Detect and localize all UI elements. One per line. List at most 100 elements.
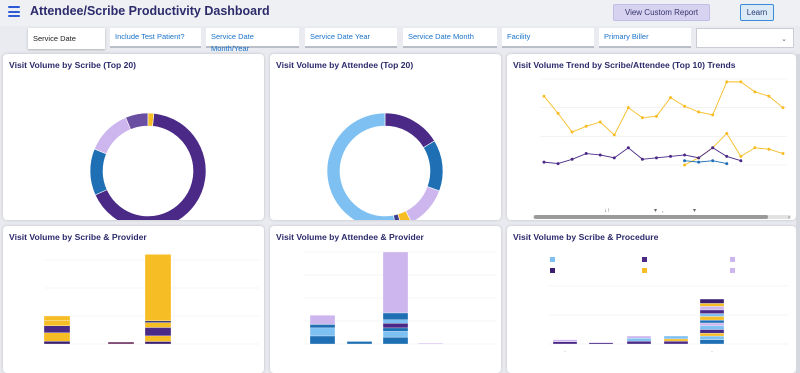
bar-segment [144, 254, 172, 322]
series-point [542, 160, 546, 164]
panel-trend: ↓↑ ▾, ▾ › Visit Volume Trend by Scribe/Atte… [507, 54, 796, 220]
bar-segment [43, 315, 71, 321]
filter-service-date-month[interactable]: Service Date Month [403, 28, 497, 48]
bar-segment [309, 327, 336, 337]
series-point [725, 80, 729, 84]
series-point [654, 156, 658, 160]
bar-segment [699, 306, 725, 311]
bar-segment [663, 335, 689, 340]
bar-segment [382, 327, 409, 332]
filter-service-date[interactable]: Service Date [28, 28, 105, 49]
legend-swatch [642, 268, 647, 273]
filter-primary-biller[interactable]: Primary Biller [599, 28, 691, 48]
legend-swatch [730, 257, 735, 262]
legend-separator: , [662, 208, 664, 214]
bar-segment [699, 322, 725, 327]
panel-attendee-top20: Visit Volume by Attendee (Top 20) [270, 54, 501, 220]
bar-segment [626, 335, 652, 339]
series-point [626, 106, 630, 110]
bar-segment [382, 251, 409, 314]
learn-button[interactable]: Learn [740, 4, 774, 21]
series-point [570, 130, 574, 134]
bar-segment [552, 341, 578, 345]
bar-segment [699, 319, 725, 324]
top-bar: Attendee/Scribe Productivity Dashboard V… [0, 0, 800, 26]
series-point [556, 162, 560, 166]
series-point [753, 146, 757, 150]
filter-bar: Service Date Include Test Patient? Servi… [28, 28, 796, 53]
series-point [669, 154, 673, 158]
attendee-provider-bar-chart [304, 251, 496, 345]
bar-segment [346, 341, 373, 345]
chevron-right-icon: › [788, 215, 790, 220]
series-point [683, 159, 687, 163]
bar-segment [43, 332, 71, 342]
legend-swatch [642, 257, 647, 262]
donut-slice [93, 117, 132, 155]
panel-title: Visit Volume by Attendee & Provider [276, 232, 424, 242]
series-point [570, 157, 574, 161]
view-custom-report-button[interactable]: View Custom Report [613, 4, 710, 21]
x-tick-mark: · [564, 349, 566, 355]
bar-segment [626, 340, 652, 345]
series-point [542, 94, 546, 98]
chevron-down-icon: ▾ [654, 208, 657, 214]
bar-segment [382, 312, 409, 320]
series-point [598, 153, 602, 157]
donut-slice [423, 140, 444, 192]
filter-select[interactable]: ⌄ [696, 28, 794, 48]
panel-title: Visit Volume by Scribe & Provider [9, 232, 147, 242]
series-point [711, 113, 715, 117]
series-point [767, 147, 771, 151]
bar-segment [699, 309, 725, 314]
bar-segment [699, 325, 725, 330]
series-point [725, 162, 729, 166]
bar-segment [43, 325, 71, 333]
series-point [781, 152, 785, 156]
series-point [725, 154, 729, 158]
bar-segment [588, 342, 614, 345]
series-point [711, 159, 715, 163]
donut-slice [147, 112, 155, 127]
bar-segment [382, 331, 409, 338]
series-point [612, 133, 616, 137]
bar-segment [699, 332, 725, 337]
filter-service-date-month-year[interactable]: Service Date Month/Year [206, 28, 299, 53]
series-point [598, 120, 602, 124]
series-point [697, 160, 701, 164]
chevron-down-icon: ⌄ [781, 36, 787, 43]
legend-swatch [550, 268, 555, 273]
series-point [739, 159, 743, 163]
filter-service-date-year[interactable]: Service Date Year [305, 28, 397, 48]
series-point [683, 163, 687, 167]
bar-segment [663, 338, 689, 342]
bar-segment [699, 335, 725, 340]
bar-segment [309, 324, 336, 329]
series-point [669, 96, 673, 100]
series-point [739, 80, 743, 84]
bar-segment [144, 327, 172, 337]
bar-segment [626, 338, 652, 342]
menu-icon[interactable] [8, 6, 20, 17]
series-point [683, 153, 687, 157]
legend-swatch [550, 257, 555, 262]
bar-segment [663, 340, 689, 345]
chevron-down-icon: ▾ [693, 208, 696, 214]
donut-slice [326, 112, 395, 220]
filter-include-test-patient[interactable]: Include Test Patient? [110, 28, 201, 48]
page-title: Attendee/Scribe Productivity Dashboard [30, 4, 270, 18]
bar-segment [144, 335, 172, 342]
series-point [556, 111, 560, 115]
series-point [640, 157, 644, 161]
series-point [739, 154, 743, 158]
bar-segment [144, 322, 172, 328]
donut-slice [89, 148, 108, 196]
filter-facility[interactable]: Facility [502, 28, 594, 48]
bar-segment [382, 319, 409, 324]
bar-segment [417, 343, 444, 345]
attendee-donut-chart [326, 112, 444, 220]
series-point [711, 146, 715, 150]
panel-scribe-provider: Visit Volume by Scribe & Provider [3, 226, 264, 373]
panel-title: Visit Volume by Scribe (Top 20) [9, 60, 137, 70]
scrollbar[interactable] [796, 54, 800, 373]
